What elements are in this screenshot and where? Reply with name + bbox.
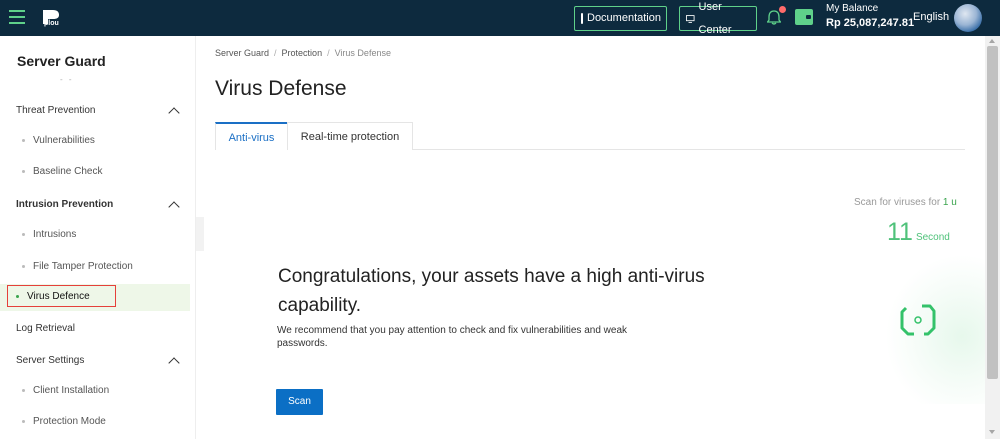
page-title: Virus Defense — [215, 77, 347, 100]
tab-bar: Anti-virus Real-time protection — [215, 122, 965, 150]
breadcrumb-item[interactable]: Server Guard — [215, 48, 269, 58]
sidebar-item-label: Baseline Check — [33, 166, 103, 177]
sidebar-item-file-tamper-protection[interactable]: File Tamper Protection — [22, 261, 133, 272]
sidebar-item-label: Intrusions — [33, 229, 77, 240]
main-content: Server Guard / Protection / Virus Defense Vi… — [205, 36, 985, 439]
balance-label: My Balance — [826, 3, 879, 14]
language-selector[interactable]: English — [913, 11, 949, 23]
scan-button[interactable]: Scan — [276, 389, 323, 415]
breadcrumb: Server Guard / Protection / Virus Defense — [215, 48, 391, 58]
sidebar-collapse-handle[interactable] — [196, 217, 204, 251]
notification-dot — [779, 6, 786, 13]
sidebar-item-protection-mode[interactable]: Protection Mode — [22, 416, 106, 427]
documentation-button[interactable]: Documentation — [574, 6, 667, 31]
document-icon — [581, 13, 583, 24]
hero-description: We recommend that you pay attention to c… — [277, 325, 628, 349]
monitor-icon — [686, 14, 695, 23]
sidebar-item-label: Protection Mode — [33, 416, 106, 427]
scroll-down-arrow[interactable] — [985, 427, 1000, 437]
scan-timer: 11 Second — [887, 218, 950, 247]
sidebar-item-client-installation[interactable]: Client Installation — [22, 385, 109, 396]
sidebar-group-intrusion-prevention[interactable]: Intrusion Prevention — [16, 199, 113, 210]
sidebar-group-threat-prevention[interactable]: Threat Prevention — [16, 105, 96, 116]
bullet-icon — [22, 233, 25, 236]
chevron-up-icon[interactable] — [168, 106, 178, 116]
wallet-icon[interactable] — [795, 9, 813, 25]
timer-value: 11 — [887, 218, 913, 246]
menu-icon[interactable] — [9, 10, 25, 24]
sidebar-item-baseline-check[interactable]: Baseline Check — [22, 166, 102, 177]
breadcrumb-item[interactable]: Protection — [282, 48, 323, 58]
sidebar: Server Guard - - Threat Prevention Vulne… — [0, 36, 196, 439]
timer-unit: Second — [915, 232, 950, 243]
scan-status-text: Scan for viruses for 1 u — [854, 197, 957, 208]
bullet-icon — [22, 139, 25, 142]
sidebar-item-intrusions[interactable]: Intrusions — [22, 229, 76, 240]
bullet-icon — [16, 294, 19, 298]
breadcrumb-current: Virus Defense — [334, 48, 391, 58]
shield-icon — [900, 304, 936, 336]
sidebar-item-label: File Tamper Protection — [33, 261, 133, 272]
sidebar-item-log-retrieval[interactable]: Log Retrieval — [16, 323, 75, 334]
scrollbar-thumb[interactable] — [987, 46, 998, 379]
sidebar-item-label: Client Installation — [33, 385, 110, 396]
sidebar-group-server-settings[interactable]: Server Settings — [16, 355, 84, 366]
tab-real-time-protection[interactable]: Real-time protection — [287, 122, 413, 150]
sidebar-item-label: Virus Defence — [27, 290, 90, 302]
documentation-label: Documentation — [587, 12, 661, 24]
tab-anti-virus[interactable]: Anti-virus — [215, 122, 288, 150]
scan-status-prefix: Scan for viruses for — [854, 197, 943, 208]
logo-text: plou — [44, 20, 59, 27]
bullet-icon — [22, 420, 25, 423]
hero-title: Congratulations, your assets have a high… — [278, 266, 705, 316]
scan-status-highlight: 1 u — [942, 197, 957, 208]
chevron-up-icon[interactable] — [168, 200, 178, 210]
sidebar-title: Server Guard — [17, 53, 106, 69]
user-center-button[interactable]: User Center — [679, 1, 757, 36]
scroll-up-arrow[interactable] — [985, 36, 1000, 46]
sidebar-item-label: Vulnerabilities — [33, 135, 95, 146]
chevron-up-icon[interactable] — [168, 356, 178, 366]
sidebar-item-vulnerabilities[interactable]: Vulnerabilities — [22, 135, 95, 146]
avatar[interactable] — [954, 4, 982, 32]
sidebar-item-virus-defence[interactable]: Virus Defence — [7, 285, 116, 307]
bullet-icon — [22, 265, 25, 268]
bullet-icon — [22, 389, 25, 392]
balance-value: Rp 25,087,247.81 — [826, 17, 915, 29]
top-nav-bar: plou Documentation User Center My Balanc… — [0, 0, 1000, 36]
sidebar-faint-text: - - — [60, 75, 74, 84]
bullet-icon — [22, 170, 25, 173]
